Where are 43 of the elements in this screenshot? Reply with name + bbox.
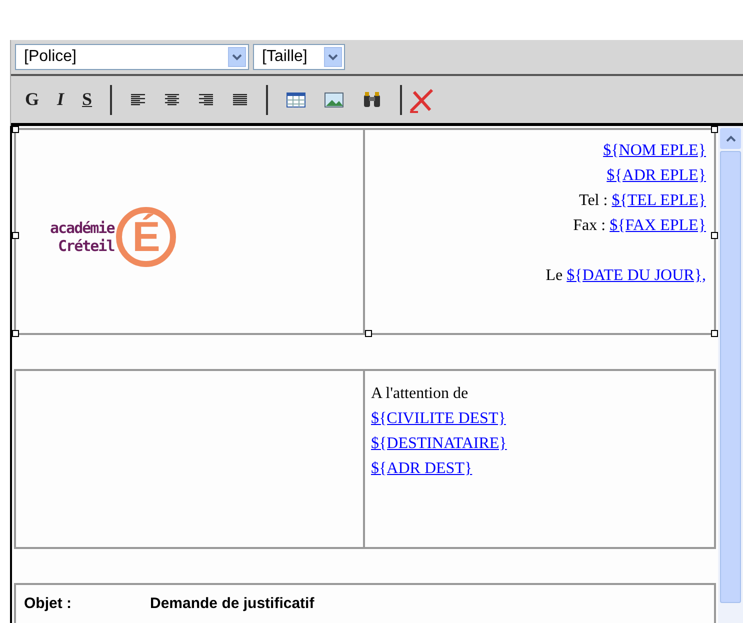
resize-handle[interactable] — [12, 126, 19, 133]
field-label: Le — [546, 266, 563, 286]
align-justify-icon[interactable] — [232, 92, 248, 106]
resize-handle[interactable] — [711, 330, 718, 337]
size-select[interactable]: [Taille] — [253, 44, 345, 70]
scroll-thumb[interactable] — [720, 151, 741, 603]
align-center-icon[interactable] — [164, 92, 180, 106]
subject-label: Objet : — [24, 594, 72, 614]
resize-handle[interactable] — [12, 232, 19, 238]
logo-text: académie — [50, 218, 114, 236]
scrollbar[interactable] — [718, 126, 743, 623]
binoculars-icon[interactable] — [362, 90, 382, 108]
align-left-icon[interactable] — [130, 92, 146, 106]
subject-value: Demande de justificatif — [150, 594, 314, 614]
italic-button[interactable]: I — [57, 86, 64, 113]
merge-field-link[interactable]: ${NOM EPLE} — [603, 138, 706, 163]
merge-field-link[interactable]: ${CIVILITE DEST} — [371, 406, 506, 431]
table-icon[interactable] — [286, 92, 306, 108]
select-value: [Police] — [23, 47, 78, 67]
merge-field-link[interactable]: ${ADR DEST} — [371, 456, 472, 481]
resize-handle[interactable] — [365, 330, 372, 337]
merge-field-link[interactable]: ${FAX EPLE} — [610, 213, 706, 238]
underline-button[interactable]: S — [82, 86, 92, 113]
dropdown-icon[interactable] — [228, 47, 246, 67]
scroll-up-icon[interactable] — [720, 128, 741, 149]
image-icon[interactable] — [324, 92, 344, 108]
select-value: [Taille] — [261, 47, 308, 67]
font-select[interactable]: [Police] — [15, 44, 249, 70]
dropdown-icon[interactable] — [324, 47, 342, 67]
recipient-intro: A l'attention de — [371, 384, 468, 404]
resize-handle[interactable] — [12, 330, 19, 337]
resize-handle[interactable] — [711, 232, 718, 238]
logo-text: Créteil — [58, 236, 114, 254]
merge-field-link[interactable]: ${TEL EPLE} — [612, 188, 706, 213]
merge-field-link[interactable]: ${ADR EPLE} — [606, 163, 706, 188]
align-right-icon[interactable] — [198, 92, 214, 106]
resize-handle[interactable] — [711, 126, 718, 133]
field-label: Fax : — [573, 216, 606, 236]
merge-field-link[interactable]: ${DESTINATAIRE} — [371, 431, 507, 456]
bold-button[interactable]: G — [25, 86, 40, 113]
merge-field-link[interactable]: ${DATE DU JOUR}, — [566, 263, 706, 288]
logo-letter: É — [132, 216, 160, 258]
field-label: Tel : — [579, 191, 608, 211]
